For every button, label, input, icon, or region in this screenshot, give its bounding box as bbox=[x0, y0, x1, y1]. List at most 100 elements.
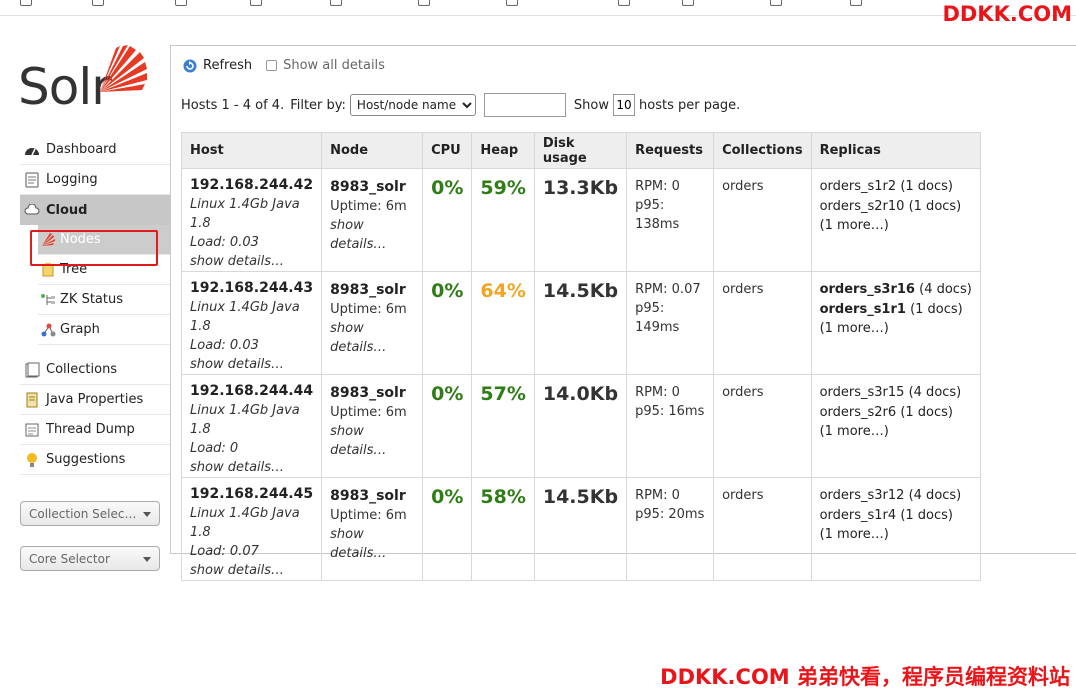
collection-name[interactable]: orders bbox=[722, 383, 803, 402]
replica-item[interactable]: orders_s2r10 (1 docs) bbox=[820, 197, 972, 217]
host-show-details-link[interactable]: show details… bbox=[190, 355, 313, 374]
bookmark-folder[interactable] bbox=[682, 0, 698, 6]
folder-icon bbox=[250, 0, 262, 6]
requests-p95: p95: 149ms bbox=[635, 301, 680, 335]
replica-name: orders_s1r4 bbox=[819, 507, 897, 523]
sidebar-item-java-properties[interactable]: Java Properties bbox=[20, 385, 170, 415]
collection-name[interactable]: orders bbox=[722, 280, 803, 299]
sidebar-item-nodes[interactable]: Nodes bbox=[38, 225, 170, 255]
replica-item[interactable]: orders_s1r4 (1 docs) bbox=[820, 506, 972, 526]
logging-icon bbox=[24, 172, 40, 188]
sidebar-item-zk-status[interactable]: ZK Status bbox=[38, 285, 170, 315]
host-os: Linux 1.4Gb Java 1.8 bbox=[190, 197, 300, 231]
sidebar-item-thread-dump[interactable]: Thread Dump bbox=[20, 415, 170, 445]
bookmark-folder[interactable] bbox=[175, 0, 191, 6]
node-uptime: Uptime: 6m bbox=[330, 199, 407, 214]
nodes-panel: Refresh Show all details Hosts 1 - 4 of … bbox=[170, 45, 1076, 581]
collection-selector[interactable]: Collection Selec… bbox=[20, 501, 160, 526]
solr-sun-icon bbox=[40, 232, 56, 248]
refresh-label: Refresh bbox=[203, 58, 253, 73]
filter-text-input[interactable] bbox=[483, 93, 566, 117]
folder-icon bbox=[92, 0, 104, 6]
sidebar-item-label: Tree bbox=[60, 262, 88, 277]
sidebar-item-suggestions[interactable]: Suggestions bbox=[20, 445, 170, 475]
disk-cell: 14.5Kb bbox=[533, 271, 628, 375]
requests-rpm: RPM: 0.07 bbox=[635, 282, 701, 297]
replica-docs: (4 docs) bbox=[914, 282, 972, 297]
node-show-details-link[interactable]: show details… bbox=[330, 319, 414, 357]
refresh-button[interactable]: Refresh bbox=[183, 58, 252, 73]
replicas-more-link[interactable]: (1 more…) bbox=[820, 422, 972, 442]
show-all-details-label[interactable]: Show all details bbox=[283, 58, 385, 73]
node-show-details-link[interactable]: show details… bbox=[330, 422, 414, 460]
sidebar-item-logging[interactable]: Logging bbox=[20, 165, 170, 195]
graph-icon bbox=[40, 322, 56, 338]
sidebar-item-label: Cloud bbox=[46, 202, 88, 218]
bookmark-folder[interactable] bbox=[618, 0, 634, 6]
bookmark-folder[interactable] bbox=[92, 0, 108, 6]
host-show-details-link[interactable]: show details… bbox=[190, 458, 313, 477]
chevron-down-icon bbox=[143, 557, 151, 562]
sidebar-nav: Dashboard Logging Cloud Nodes Tree ZK St… bbox=[20, 135, 170, 475]
requests-rpm: RPM: 0 bbox=[635, 179, 680, 194]
collection-selector-label: Collection Selec… bbox=[29, 506, 137, 521]
solr-logo[interactable]: Solr bbox=[18, 44, 158, 116]
folder-icon bbox=[682, 0, 694, 6]
bookmark-folder[interactable] bbox=[330, 0, 346, 6]
disk-cell: 14.0Kb bbox=[533, 374, 628, 478]
host-os: Linux 1.4Gb Java 1.8 bbox=[190, 300, 300, 334]
collection-name[interactable]: orders bbox=[722, 177, 803, 196]
cpu-value: 0% bbox=[431, 486, 464, 508]
host-show-details-link[interactable]: show details… bbox=[190, 561, 313, 580]
replicas-more-link[interactable]: (1 more…) bbox=[820, 216, 972, 236]
sidebar-item-label: Nodes bbox=[60, 232, 101, 247]
core-selector[interactable]: Core Selector bbox=[20, 546, 160, 571]
replica-name: orders_s3r16 bbox=[819, 282, 915, 297]
per-page-input[interactable] bbox=[613, 94, 635, 116]
collections-cell: orders bbox=[713, 477, 812, 581]
sidebar-item-label: Graph bbox=[60, 322, 100, 337]
replica-name: orders_s2r6 bbox=[819, 404, 897, 420]
sidebar-item-dashboard[interactable]: Dashboard bbox=[20, 135, 170, 165]
replica-item[interactable]: orders_s1r1 (1 docs) bbox=[820, 300, 972, 320]
disk-value: 14.5Kb bbox=[542, 280, 619, 302]
requests-cell: RPM: 0 p95: 16ms bbox=[626, 374, 715, 478]
replica-item[interactable]: orders_s3r12 (4 docs) bbox=[820, 486, 972, 506]
replica-name: orders_s3r15 bbox=[819, 385, 905, 400]
bookmark-folder[interactable] bbox=[506, 0, 522, 6]
filter-type-select[interactable]: Host/node name bbox=[349, 94, 476, 116]
table-row: 192.168.244.42 Linux 1.4Gb Java 1.8 Load… bbox=[180, 168, 981, 272]
bookmark-folder[interactable] bbox=[850, 0, 866, 6]
cpu-cell: 0% bbox=[422, 477, 473, 581]
sidebar-item-collections[interactable]: Collections bbox=[20, 355, 170, 385]
nav-gap bbox=[20, 345, 170, 355]
bookmark-folder[interactable] bbox=[418, 0, 434, 6]
sidebar-item-label: Collections bbox=[46, 362, 118, 377]
replica-docs: (1 docs) bbox=[896, 507, 953, 523]
bookmark-folder[interactable] bbox=[770, 0, 786, 6]
col-header-node: Node bbox=[321, 132, 424, 169]
replicas-more-link[interactable]: (1 more…) bbox=[820, 319, 972, 339]
replica-item[interactable]: orders_s2r6 (1 docs) bbox=[820, 403, 972, 423]
sidebar-item-cloud[interactable]: Cloud bbox=[20, 195, 170, 225]
show-all-details-checkbox[interactable] bbox=[266, 60, 278, 71]
replica-item[interactable]: orders_s3r16 (4 docs) bbox=[820, 280, 972, 300]
cpu-cell: 0% bbox=[422, 168, 473, 272]
host-load: Load: 0.07 bbox=[190, 544, 259, 559]
node-uptime: Uptime: 6m bbox=[330, 302, 407, 317]
bookmark-folder[interactable] bbox=[250, 0, 266, 6]
collection-name[interactable]: orders bbox=[722, 486, 803, 505]
host-show-details-link[interactable]: show details… bbox=[190, 252, 313, 271]
sidebar-item-tree[interactable]: Tree bbox=[38, 255, 170, 285]
node-show-details-link[interactable]: show details… bbox=[330, 525, 414, 563]
replica-docs: (4 docs) bbox=[904, 385, 962, 400]
node-cell: 8983_solr Uptime: 6m show details… bbox=[321, 477, 424, 581]
requests-p95: p95: 16ms bbox=[635, 404, 705, 419]
replica-item[interactable]: orders_s1r2 (1 docs) bbox=[820, 177, 972, 197]
replica-docs: (1 docs) bbox=[896, 404, 953, 420]
node-show-details-link[interactable]: show details… bbox=[330, 216, 414, 254]
replica-item[interactable]: orders_s3r15 (4 docs) bbox=[820, 383, 972, 403]
bookmark-folder[interactable] bbox=[20, 0, 36, 6]
sidebar-item-graph[interactable]: Graph bbox=[38, 315, 170, 345]
replicas-more-link[interactable]: (1 more…) bbox=[820, 525, 972, 545]
